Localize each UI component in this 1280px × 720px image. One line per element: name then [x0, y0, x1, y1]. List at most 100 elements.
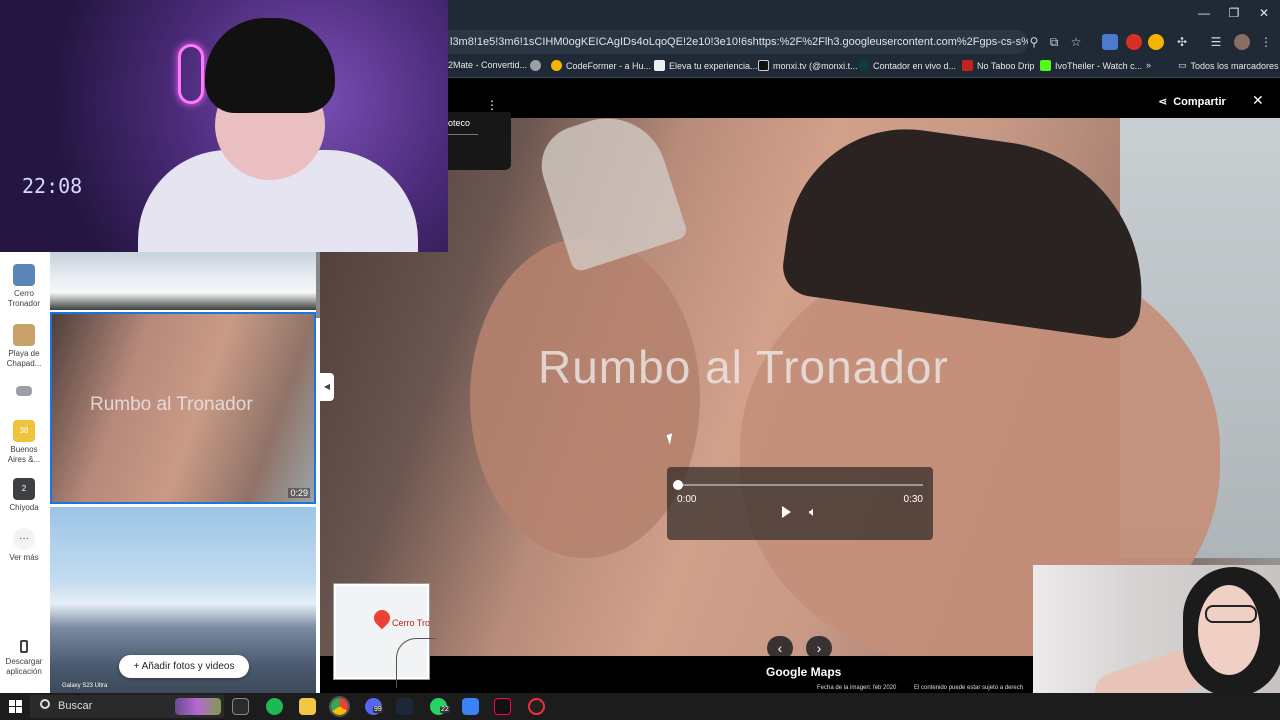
share-button[interactable]: ⋖ Compartir	[1158, 95, 1226, 109]
address-bar[interactable]: l3m8!1e5!3m6!1sCIHM0ogKEICAgIDs4oLqoQE!2…	[448, 30, 1028, 54]
file-explorer-icon[interactable]	[299, 698, 316, 715]
bookmark-label: Eleva tu experiencia...	[669, 60, 758, 71]
counter-icon	[858, 60, 869, 71]
place-thumbnail: 38	[13, 420, 35, 442]
bookmark-star-icon[interactable]: ☆	[1068, 34, 1084, 50]
more-options-icon[interactable]: ⋮	[486, 98, 498, 112]
spotify-icon[interactable]	[266, 698, 283, 715]
gallery-scrollbar[interactable]	[316, 252, 320, 318]
volume-icon[interactable]: 🔈︎	[809, 504, 817, 520]
rail-item-playa-chapadmalal[interactable]: Playa de Chapad...	[4, 324, 44, 369]
photo-gallery: Rumbo al Tronador 0:29 Galaxy S23 Ultra	[48, 252, 320, 693]
steam-icon[interactable]	[396, 698, 413, 715]
place-thumbnail	[13, 264, 35, 286]
bookmark-item[interactable]: CodeFormer - a Hu...	[551, 60, 651, 71]
windows-start-icon[interactable]	[9, 700, 22, 713]
microsoft-store-icon[interactable]	[462, 698, 479, 715]
extension-yellow-icon[interactable]	[1148, 34, 1164, 50]
chrome-icon[interactable]	[329, 696, 350, 717]
bookmark-label: IvoTheiler - Watch c...	[1055, 60, 1143, 71]
rail-label: Playa de Chapad...	[6, 349, 42, 368]
bookmark-item[interactable]: 2Mate - Convertid...	[448, 60, 527, 70]
more-bookmarks-button[interactable]: »	[1146, 60, 1151, 70]
map-pin-icon	[370, 606, 394, 630]
add-photos-button[interactable]: + Añadir fotos y videos	[119, 655, 249, 678]
bookmark-item[interactable]: monxi.tv (@monxi.t...	[758, 60, 858, 71]
streamer-hair	[205, 18, 335, 113]
ntd-icon	[962, 60, 973, 71]
all-bookmarks-folder[interactable]: ▭ Todos los marcadores	[1178, 60, 1279, 71]
rail-item-buenos-aires[interactable]: 38 Buenos Aires &...	[4, 420, 44, 465]
led-clock: 22:08	[22, 174, 83, 198]
guest-glasses	[1205, 605, 1257, 623]
viewer-header: ⋮ ⋖ Compartir ✕	[448, 78, 1280, 118]
bookmark-item[interactable]: Eleva tu experiencia...	[654, 60, 758, 71]
duration: 0:30	[903, 494, 923, 505]
video-controls: 0:00 0:30 🔈︎	[667, 467, 933, 540]
rail-label: Descargar aplicación	[5, 657, 43, 676]
tiktok-icon[interactable]	[494, 698, 511, 715]
map-road	[396, 638, 436, 688]
restore-icon[interactable]: ❐	[1224, 6, 1244, 20]
bookmark-label: Contador en vivo d...	[873, 60, 957, 71]
rail-item-chiyoda[interactable]: 2 Chiyoda	[4, 478, 44, 513]
rail-label: Ver más	[9, 553, 39, 562]
translate-icon[interactable]	[1102, 34, 1118, 50]
globe-icon	[530, 60, 541, 71]
chrome-menu-icon[interactable]: ⋮	[1258, 34, 1274, 50]
rail-item-ver-mas[interactable]: ··· Ver más	[4, 528, 44, 563]
collapse-panel-button[interactable]: ◀	[320, 373, 334, 401]
gallery-video-selected[interactable]: Rumbo al Tronador 0:29	[50, 312, 316, 504]
search-highlight-icon[interactable]	[175, 698, 221, 715]
bookmark-label: monxi.tv (@monxi.t...	[773, 60, 858, 71]
browser-toolbar: l3m8!1e5!3m6!1sCIHM0ogKEICAgIDs4oLqoQE!2…	[448, 28, 1280, 56]
info-card[interactable]: oteco	[448, 112, 511, 170]
rail-label: Chiyoda	[9, 503, 39, 512]
guest-face	[1198, 585, 1260, 675]
rail-item-place[interactable]	[4, 386, 44, 399]
place-thumbnail	[13, 324, 35, 346]
whatsapp-badge: 22	[440, 706, 450, 713]
reading-list-icon[interactable]: ☰	[1208, 34, 1224, 50]
profile-avatar[interactable]	[1234, 34, 1250, 50]
location-icon[interactable]: ⚲	[1026, 34, 1042, 50]
rail-item-cerro-tronador[interactable]: Cerro Tronador	[4, 264, 44, 309]
install-app-icon[interactable]: ⧉	[1046, 34, 1062, 50]
gallery-video-title: Rumbo al Tronador	[90, 394, 253, 415]
neon-light	[178, 44, 204, 104]
rail-label: Cerro Tronador	[7, 289, 41, 308]
gallery-photo-snow[interactable]	[50, 252, 316, 310]
current-time: 0:00	[677, 494, 697, 505]
close-window-icon[interactable]: ✕	[1254, 6, 1274, 20]
bookmark-label: No Taboo Drip	[977, 60, 1035, 71]
download-app-button[interactable]: Descargar aplicación	[4, 640, 44, 677]
video-duration-badge: 0:29	[288, 488, 310, 498]
task-view-icon[interactable]	[232, 698, 249, 715]
close-viewer-icon[interactable]: ✕	[1252, 92, 1264, 109]
add-photos-label: Añadir fotos y videos	[141, 661, 235, 672]
video-overlay-title: Rumbo al Tronador	[538, 341, 949, 393]
bookmark-item[interactable]	[530, 60, 541, 71]
progress-knob[interactable]	[673, 480, 683, 490]
plus-icon: +	[133, 661, 142, 672]
place-thumbnail: 2	[13, 478, 35, 500]
bookmark-item[interactable]: IvoTheiler - Watch c...	[1040, 60, 1142, 71]
progress-track[interactable]	[677, 484, 923, 486]
play-icon[interactable]	[779, 505, 793, 519]
bookmark-item[interactable]: No Taboo Drip	[962, 60, 1034, 71]
person-face	[470, 238, 700, 558]
obs-icon[interactable]	[528, 698, 545, 715]
divider	[448, 134, 478, 135]
rights-notice[interactable]: El contenido puede estar sujeto a derech	[914, 685, 1023, 691]
rail-label: Buenos Aires &...	[7, 445, 41, 464]
bookmark-item[interactable]: Contador en vivo d...	[858, 60, 956, 71]
bookmark-label: CodeFormer - a Hu...	[566, 60, 652, 71]
minimap[interactable]: Cerro Tro	[334, 584, 436, 688]
extensions-puzzle-icon[interactable]: ✣	[1174, 34, 1190, 50]
place-thumbnail	[16, 386, 32, 396]
minimize-icon[interactable]: —	[1194, 6, 1214, 20]
screen: — ❐ ✕ l3m8!1e5!3m6!1sCIHM0ogKEICAgIDs4oL…	[0, 0, 1280, 720]
extension-red-icon[interactable]	[1126, 34, 1142, 50]
tiktok-icon	[758, 60, 769, 71]
more-icon: ···	[13, 528, 35, 550]
